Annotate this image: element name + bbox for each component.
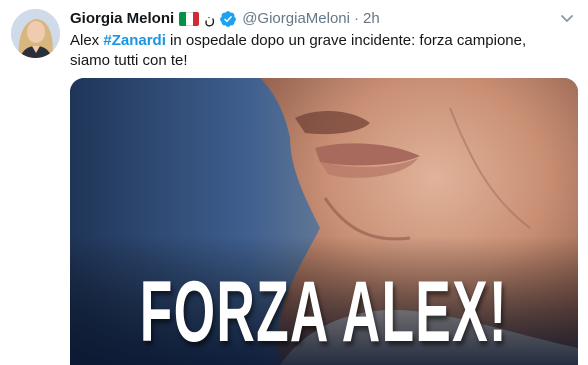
tweet-timestamp[interactable]: 2h: [363, 9, 380, 29]
face-closeup-photo: [70, 78, 578, 365]
name-symbol: ن: [204, 10, 216, 28]
avatar[interactable]: [11, 9, 60, 58]
tweet-text-start: Alex: [70, 32, 104, 49]
tweet-text: Alex #Zanardi in ospedale dopo un grave …: [70, 31, 570, 71]
separator-dot: ·: [353, 10, 359, 27]
display-name[interactable]: Giorgia Meloni: [70, 9, 174, 29]
tweet-media-image[interactable]: FORZA ALEX!: [70, 78, 578, 365]
tweet[interactable]: Giorgia Meloni ن @GiorgiaMeloni · 2h Ale…: [0, 0, 588, 365]
user-handle[interactable]: @GiorgiaMeloni: [242, 9, 350, 29]
avatar-image: [11, 9, 60, 58]
verified-badge-icon: [219, 10, 237, 28]
chevron-down-icon[interactable]: [560, 12, 574, 26]
italy-flag-icon: [179, 12, 200, 26]
hashtag-link[interactable]: #Zanardi: [103, 32, 166, 49]
tweet-header: Giorgia Meloni ن @GiorgiaMeloni · 2h: [70, 9, 380, 29]
